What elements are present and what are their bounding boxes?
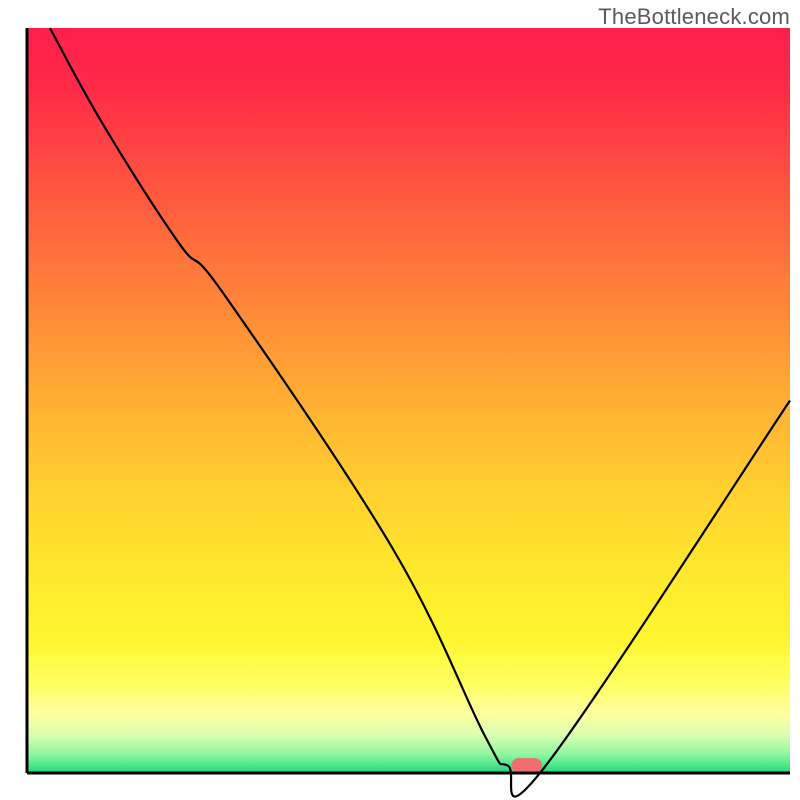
optimal-marker (512, 758, 543, 773)
bottleneck-chart: TheBottleneck.com (0, 0, 800, 800)
chart-svg (0, 0, 800, 800)
plot-background (27, 28, 790, 773)
watermark-text: TheBottleneck.com (598, 4, 790, 30)
